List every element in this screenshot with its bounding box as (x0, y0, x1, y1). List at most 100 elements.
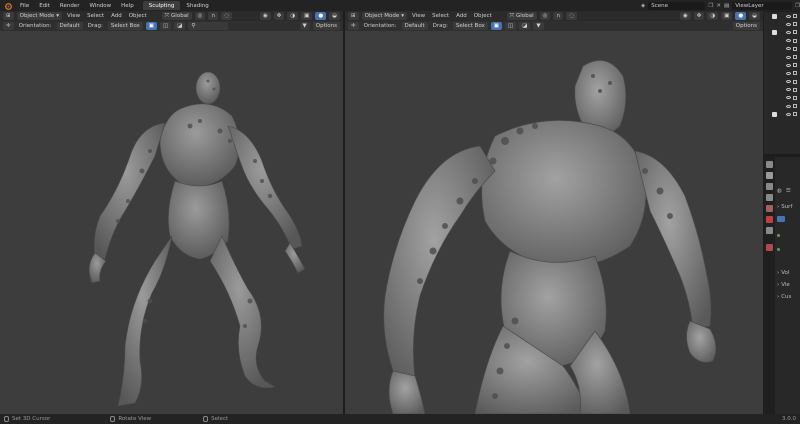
menu-object[interactable]: Object (127, 13, 149, 19)
outliner-row[interactable] (764, 53, 800, 61)
outliner-row[interactable] (764, 78, 800, 86)
select-new-button[interactable]: ▣ (145, 22, 157, 30)
filter-button[interactable]: ▼ (299, 22, 310, 30)
eye-icon[interactable] (786, 22, 791, 26)
editor-type-button[interactable]: ⊞ (348, 12, 359, 20)
pivot-button[interactable]: ◎ (194, 12, 206, 20)
eye-icon[interactable] (786, 71, 791, 75)
close-icon[interactable]: ✕ (716, 3, 721, 9)
menu-view[interactable]: View (65, 13, 82, 19)
view-layer-tab-icon[interactable] (766, 194, 773, 201)
orientation-dropdown[interactable]: Default (56, 22, 83, 30)
tool-icon-button[interactable]: ✛ (3, 22, 14, 30)
menu-file[interactable]: File (15, 3, 34, 9)
outliner-row[interactable] (764, 61, 800, 69)
camera-icon[interactable] (793, 95, 797, 100)
menu-window[interactable]: Window (84, 3, 116, 9)
gizmo-button[interactable]: ✥ (693, 12, 705, 20)
eye-icon[interactable] (786, 80, 791, 84)
overlay-button[interactable]: ◑ (287, 12, 299, 20)
camera-icon[interactable] (793, 87, 797, 92)
overlay-button[interactable]: ◑ (707, 12, 719, 20)
outliner-panel[interactable] (764, 12, 800, 154)
viewport-left[interactable]: ⊞ Object Mode ▾ View Select Add Object ⤧ G… (0, 11, 343, 414)
tab-sculpting[interactable]: Sculpting (142, 1, 181, 10)
eye-icon[interactable] (786, 88, 791, 92)
tool-icon-button[interactable]: ✛ (348, 22, 359, 30)
drag-dropdown[interactable]: Select Box (107, 22, 143, 30)
options-dropdown[interactable]: Options (312, 22, 340, 30)
outliner-row[interactable] (764, 94, 800, 102)
checkbox-icon[interactable] (772, 13, 777, 19)
xray-button[interactable]: ▣ (721, 12, 733, 20)
props-custom-row[interactable]: › Cus (777, 293, 798, 301)
render-tab-icon[interactable] (766, 172, 773, 179)
properties-panel[interactable]: ◍ ☰ › Surf › Vol › Vie › Cus (764, 157, 800, 414)
snap-button[interactable]: ∩ (208, 12, 219, 20)
shading-material-button[interactable]: ◒ (329, 12, 340, 20)
proportional-button[interactable]: ◌ (221, 12, 233, 20)
eye-icon[interactable] (786, 14, 791, 18)
props-viewport-row[interactable]: › Vie (777, 281, 798, 289)
select-extend-button[interactable]: ◫ (160, 22, 172, 30)
camera-icon[interactable] (793, 14, 797, 19)
snap-button[interactable]: ∩ (553, 12, 564, 20)
filter-button[interactable]: ▼ (533, 22, 544, 30)
gizmo-button[interactable]: ✥ (273, 12, 285, 20)
eye-icon[interactable] (786, 39, 791, 43)
viewport-right[interactable]: ⊞ Object Mode ▾ View Select Add Object ⤧ G… (345, 11, 763, 414)
transform-orientation-dropdown[interactable]: ⤧ Global (506, 12, 537, 20)
camera-icon[interactable] (793, 63, 797, 68)
orientation-dropdown[interactable]: Default (401, 22, 428, 30)
object-tab-icon[interactable] (766, 227, 773, 234)
viewport-canvas[interactable] (0, 31, 343, 414)
eye-icon[interactable] (786, 96, 791, 100)
transform-orientation-dropdown[interactable]: ⤧ Global (161, 12, 192, 20)
mode-dropdown[interactable]: Object Mode ▾ (361, 12, 408, 20)
outliner-row[interactable] (764, 37, 800, 45)
checkbox-icon[interactable] (772, 29, 777, 35)
world-tab-icon[interactable] (766, 216, 773, 223)
eye-icon[interactable] (786, 63, 791, 67)
visibility-button[interactable]: ◉ (679, 12, 691, 20)
editor-type-button[interactable]: ⊞ (3, 12, 14, 20)
scene-tab-icon[interactable] (766, 205, 773, 212)
camera-icon[interactable] (793, 79, 797, 84)
camera-icon[interactable] (793, 30, 797, 35)
camera-icon[interactable] (793, 46, 797, 51)
drag-dropdown[interactable]: Select Box (452, 22, 488, 30)
camera-icon[interactable] (793, 38, 797, 43)
select-subtract-button[interactable]: ◪ (519, 22, 531, 30)
outliner-row[interactable] (764, 45, 800, 53)
camera-icon[interactable] (793, 55, 797, 60)
eye-icon[interactable] (786, 30, 791, 34)
outliner-row[interactable] (764, 12, 800, 20)
view-layer-selector[interactable]: ▤ ViewLayer ❐ (724, 1, 800, 10)
proportional-button[interactable]: ◌ (566, 12, 578, 20)
options-dropdown[interactable]: Options (732, 22, 760, 30)
props-surface-row[interactable]: › Surf (777, 203, 798, 211)
outliner-row[interactable] (764, 28, 800, 36)
select-new-button[interactable]: ▣ (490, 22, 502, 30)
scene-selector[interactable]: ◈ Scene ❐ ✕ (641, 1, 721, 10)
viewport-canvas[interactable] (345, 31, 763, 414)
texture-tab-icon[interactable] (766, 244, 773, 251)
pivot-button[interactable]: ◎ (539, 12, 551, 20)
xray-button[interactable]: ▣ (301, 12, 313, 20)
outliner-row[interactable] (764, 20, 800, 28)
menu-edit[interactable]: Edit (34, 3, 55, 9)
select-subtract-button[interactable]: ◪ (174, 22, 186, 30)
search-field[interactable]: ⚲ (188, 22, 229, 30)
copy-icon[interactable]: ❐ (708, 3, 713, 9)
outliner-row[interactable] (764, 110, 800, 118)
menu-render[interactable]: Render (55, 3, 85, 9)
menu-add[interactable]: Add (109, 13, 124, 19)
mode-dropdown[interactable]: Object Mode ▾ (16, 12, 63, 20)
menu-add[interactable]: Add (454, 13, 469, 19)
eye-icon[interactable] (786, 104, 791, 108)
camera-icon[interactable] (793, 112, 797, 117)
eye-icon[interactable] (786, 47, 791, 51)
view-layer-field[interactable]: ViewLayer (732, 1, 793, 10)
output-tab-icon[interactable] (766, 183, 773, 190)
outliner-row[interactable] (764, 102, 800, 110)
